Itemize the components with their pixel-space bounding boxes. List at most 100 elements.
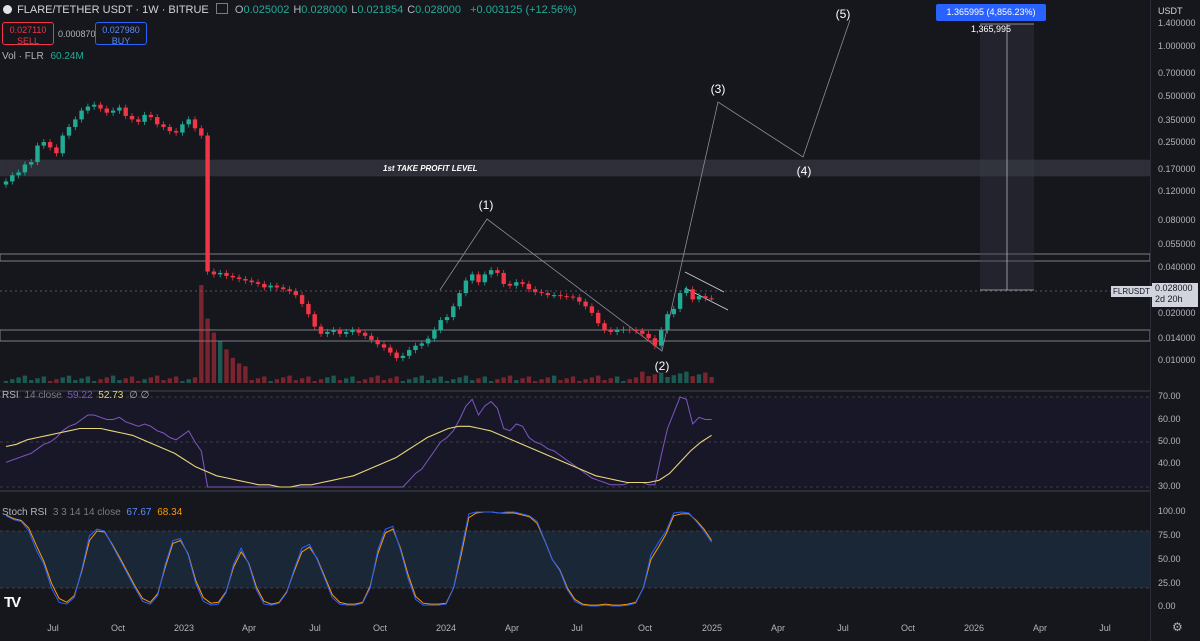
candle	[180, 124, 185, 133]
volume-bar	[16, 377, 21, 383]
time-tick-label: Oct	[637, 623, 653, 633]
candle	[564, 296, 569, 298]
volume-bar	[136, 381, 141, 383]
volume-bar	[211, 332, 217, 383]
volume-bar	[281, 377, 286, 383]
panel-toggle-icon[interactable]	[215, 3, 228, 14]
current-price: 0.028000	[1155, 283, 1193, 293]
buy-button[interactable]: 0.027980 BUY	[95, 22, 147, 46]
time-tick-label: 2024	[435, 623, 457, 633]
candle	[659, 330, 664, 346]
rsi-tick-label: 50.00	[1158, 436, 1181, 446]
candle	[299, 295, 305, 304]
volume-bar	[407, 379, 412, 383]
volume-bar	[205, 318, 210, 383]
time-tick-label: Apr	[241, 623, 257, 633]
volume-bar	[306, 376, 311, 383]
candle	[337, 330, 343, 334]
volume-bar	[92, 381, 97, 383]
volume-bar	[432, 378, 437, 383]
candle	[236, 277, 242, 279]
candle	[407, 350, 412, 356]
volume-bar	[255, 378, 261, 383]
take-profit-label: 1st TAKE PROFIT LEVEL	[383, 164, 478, 173]
candle	[350, 330, 355, 332]
volume-bar	[123, 378, 128, 383]
volume-bar	[488, 381, 494, 383]
stoch-legend-params: 3 3 14 14 close	[52, 507, 121, 518]
volume-bar	[268, 381, 273, 383]
candle	[60, 135, 65, 154]
candle	[482, 274, 487, 283]
candle	[457, 293, 462, 307]
candle	[29, 162, 34, 165]
candle	[665, 314, 670, 331]
rsi-tick-label: 40.00	[1158, 458, 1181, 468]
volume-bar	[539, 379, 544, 383]
candle	[438, 320, 443, 331]
volume-bar	[589, 377, 595, 383]
support-zone	[0, 329, 1150, 342]
volume-bar	[451, 379, 456, 383]
volume-bar	[362, 379, 368, 383]
candle	[432, 330, 437, 339]
candle	[463, 280, 469, 294]
candle	[394, 352, 399, 359]
volume-legend[interactable]: Vol · FLR 60.24M	[2, 51, 84, 62]
volume-bar	[299, 378, 305, 383]
volume-bar	[129, 376, 135, 383]
candle	[318, 326, 324, 334]
wave-label-3: (3)	[710, 82, 726, 96]
candle	[388, 347, 393, 353]
volume-bar	[602, 380, 607, 383]
price-tick-label: 1.000000	[1158, 41, 1196, 51]
rsi-legend-ma: 52.73	[98, 390, 124, 401]
candle	[589, 306, 595, 313]
volume-bar	[325, 377, 330, 383]
volume-bar	[29, 380, 34, 383]
candle	[192, 119, 198, 129]
volume-bar	[520, 378, 525, 383]
buy-price: 0.027980	[102, 25, 140, 35]
ohlc-value: 0.025002	[243, 4, 290, 16]
rsi-legend-params: 14 close	[24, 390, 62, 401]
candle	[123, 107, 128, 116]
candle	[495, 270, 500, 273]
change-value: +0.003125 (+12.56%)	[470, 4, 577, 16]
time-tick-label: Apr	[504, 623, 520, 633]
volume-bar	[344, 378, 349, 383]
symbol-title[interactable]: FLARE/TETHER USDT · 1W · BITRUE	[17, 4, 209, 16]
axis-unit-label[interactable]: USDT	[1158, 6, 1183, 16]
candle	[173, 131, 179, 133]
price-tick-label: 0.020000	[1158, 308, 1196, 318]
candle	[161, 124, 166, 127]
candle	[230, 275, 235, 278]
rsi-legend[interactable]: RSI 14 close 59.22 52.73 ∅ ∅	[2, 390, 149, 401]
sell-price: 0.027110	[9, 25, 47, 35]
time-tick-label: Oct	[900, 623, 916, 633]
price-chart[interactable]	[0, 0, 1150, 641]
volume-bar	[640, 371, 645, 383]
volume-bar	[501, 377, 506, 383]
volume-bar	[337, 380, 343, 383]
stoch-legend[interactable]: Stoch RSI 3 3 14 14 close 67.67 68.34	[2, 507, 182, 518]
volume-bar	[73, 380, 78, 383]
spread-value: 0.000870	[58, 29, 96, 39]
candle	[104, 108, 109, 113]
wave-label-4: (4)	[796, 164, 812, 178]
wave-label-2: (2)	[654, 359, 670, 373]
volume-bar	[671, 375, 676, 383]
symbol-logo-icon	[3, 5, 12, 14]
volume-bar	[104, 377, 109, 383]
gear-icon[interactable]: ⚙	[1172, 620, 1183, 634]
volume-bar	[690, 376, 695, 383]
sell-button[interactable]: 0.027110 SELL	[2, 22, 54, 46]
candle	[35, 145, 40, 163]
candle	[614, 330, 620, 332]
volume-legend-value: 60.24M	[50, 51, 84, 62]
tradingview-logo-icon[interactable]: TV	[4, 594, 21, 611]
volume-bar	[696, 374, 702, 383]
candle	[243, 278, 248, 281]
time-tick-label: Oct	[110, 623, 126, 633]
candle	[640, 330, 645, 334]
